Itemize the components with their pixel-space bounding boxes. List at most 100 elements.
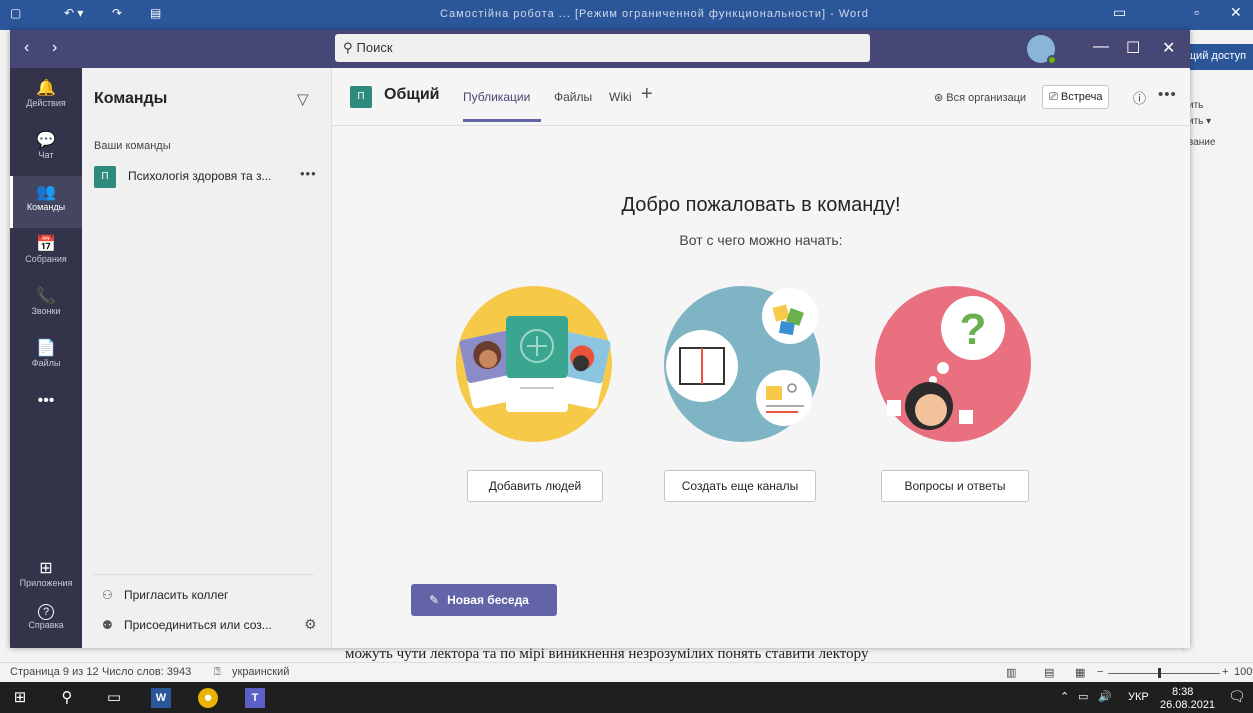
teams-icon: 👥: [36, 184, 56, 201]
language-indicator[interactable]: украинский: [232, 666, 289, 678]
print-layout-icon[interactable]: ▤: [1044, 666, 1054, 679]
search-icon[interactable]: ⚲: [57, 688, 77, 708]
channel-name: Общий: [384, 86, 440, 103]
rail-item-meetings[interactable]: 📅 Собрания: [10, 228, 82, 280]
questions-answers-button[interactable]: Вопросы и ответы: [881, 470, 1029, 502]
ribbon-label[interactable]: ить ▾: [1188, 116, 1211, 127]
rail-item-calls[interactable]: 📞 Звонки: [10, 280, 82, 332]
word-count[interactable]: Число слов: 3943: [102, 666, 191, 678]
rail-item-help[interactable]: ? Справка: [10, 596, 82, 648]
read-mode-icon[interactable]: ▥: [1006, 666, 1016, 679]
invite-colleagues-link[interactable]: ⚇ Пригласить коллег: [102, 588, 228, 602]
file-icon: 📄: [36, 340, 56, 357]
word-close-icon[interactable]: ✕: [1230, 4, 1242, 21]
input-language[interactable]: УКР: [1128, 691, 1149, 703]
org-icon: ⊛: [934, 92, 947, 104]
tab-wiki[interactable]: Wiki: [609, 90, 632, 104]
join-or-create-link[interactable]: ⚉ Присоединиться или соз...: [102, 618, 272, 632]
maximize-icon[interactable]: ☐: [1126, 38, 1140, 58]
team-item[interactable]: П Психологія здоровя та з... •••: [92, 164, 322, 190]
more-options-icon[interactable]: •••: [300, 166, 317, 181]
filter-icon[interactable]: ▽: [297, 90, 309, 108]
video-camera-icon: ⎚: [1049, 91, 1061, 103]
save-icon[interactable]: ▢: [10, 6, 21, 20]
volume-icon[interactable]: 🔊: [1098, 691, 1112, 703]
new-conversation-label: Новая беседа: [447, 593, 529, 607]
rail-label: Собрания: [25, 254, 67, 264]
new-conversation-button[interactable]: ✎ Новая беседа: [411, 584, 557, 616]
team-avatar: П: [94, 166, 116, 188]
rail-item-chat[interactable]: 💬 Чат: [10, 124, 82, 176]
info-icon[interactable]: ⓘ: [1133, 88, 1146, 107]
meet-button[interactable]: ⎚ Встреча: [1042, 85, 1110, 109]
clock-date[interactable]: 26.08.2021: [1160, 699, 1215, 711]
forward-icon[interactable]: ›: [52, 39, 57, 57]
notifications-icon[interactable]: 🗨: [1228, 689, 1246, 703]
word-app-icon[interactable]: W: [151, 688, 171, 708]
team-name: Психологія здоровя та з...: [128, 169, 272, 183]
meet-label: Встреча: [1060, 91, 1103, 103]
rail-item-teams[interactable]: 👥 Команды: [10, 176, 82, 228]
rail-label: Файлы: [31, 358, 61, 368]
tray-chevron-icon[interactable]: ⌃: [1060, 691, 1069, 703]
bell-icon: 🔔: [36, 80, 56, 97]
chrome-app-icon[interactable]: ●: [198, 688, 218, 708]
rail-item-files[interactable]: 📄 Файлы: [10, 332, 82, 384]
org-label: Вся организаци: [946, 92, 1027, 104]
rail-item-activity[interactable]: 🔔 Действия: [10, 72, 82, 124]
ribbon-display-icon[interactable]: ▭: [1113, 4, 1126, 21]
panel-title: Команды: [94, 90, 168, 107]
proofing-icon[interactable]: ⍰: [214, 666, 221, 679]
create-channels-button[interactable]: Создать еще каналы: [664, 470, 816, 502]
search-input[interactable]: ⚲ Поиск: [335, 34, 870, 62]
word-restore-icon[interactable]: ▫: [1194, 4, 1199, 20]
zoom-level[interactable]: 100%: [1234, 666, 1253, 678]
section-label: Ваши команды: [94, 140, 171, 152]
add-people-button[interactable]: Добавить людей: [467, 470, 603, 502]
ribbon-label[interactable]: ить: [1188, 100, 1203, 111]
zoom-slider-thumb[interactable]: [1158, 668, 1161, 678]
rail-item-more[interactable]: •••: [10, 384, 82, 436]
quick-access-icon[interactable]: ▤: [150, 6, 161, 20]
undo-icon[interactable]: ↶ ▾: [64, 6, 83, 20]
channel-view: П Общий Публикации Файлы Wiki + ⊛ Вся ор…: [332, 68, 1190, 648]
chat-icon: 💬: [36, 132, 56, 149]
zoom-slider[interactable]: [1108, 673, 1220, 674]
windows-start-icon[interactable]: ⊞: [10, 688, 30, 708]
page-count[interactable]: Страница 9 из 12: [10, 666, 99, 678]
rail-label: Приложения: [19, 578, 73, 588]
teams-window: ‹ › ⚲ Поиск — ☐ ✕ 🔔 Действия 💬 Чат 👥 Кома…: [10, 30, 1190, 648]
avatar[interactable]: [1027, 35, 1057, 65]
phone-icon: 📞: [36, 288, 56, 305]
divider: [92, 574, 314, 575]
channel-header: П Общий Публикации Файлы Wiki + ⊛ Вся ор…: [332, 68, 1190, 126]
close-icon[interactable]: ✕: [1162, 38, 1175, 58]
tab-files[interactable]: Файлы: [554, 90, 592, 104]
share-button[interactable]: щий доступ: [1183, 44, 1253, 70]
more-options-icon[interactable]: •••: [1158, 86, 1177, 103]
zoom-out-icon[interactable]: −: [1097, 666, 1103, 678]
minimize-icon[interactable]: —: [1093, 38, 1109, 56]
back-icon[interactable]: ‹: [24, 39, 29, 57]
add-tab-icon[interactable]: +: [641, 83, 653, 106]
redo-icon[interactable]: ↷: [112, 6, 122, 20]
network-icon[interactable]: ▭: [1078, 691, 1088, 703]
welcome-title: Добро пожаловать в команду!: [621, 194, 901, 216]
tab-posts[interactable]: Публикации: [463, 90, 530, 104]
rail-label: Чат: [38, 150, 54, 160]
word-titlebar: ▢ ↶ ▾ ↷ ▤ Самостійна робота ... [Режим о…: [0, 0, 1253, 30]
create-channels-illustration: [664, 286, 820, 442]
search-icon: ⚲: [343, 40, 353, 55]
teams-app-icon[interactable]: T: [245, 688, 265, 708]
more-icon: •••: [37, 392, 55, 409]
gear-icon[interactable]: ⚙: [304, 616, 317, 633]
task-view-icon[interactable]: ▭: [104, 688, 124, 708]
web-layout-icon[interactable]: ▦: [1075, 666, 1085, 679]
zoom-in-icon[interactable]: +: [1222, 666, 1228, 678]
clock-time[interactable]: 8:38: [1172, 686, 1193, 698]
document-text-line[interactable]: можуть чути лектора та по мірі виникненн…: [345, 646, 868, 663]
search-placeholder: Поиск: [356, 40, 393, 55]
teams-titlebar: ‹ › ⚲ Поиск — ☐ ✕: [10, 30, 1190, 68]
channel-avatar: П: [350, 86, 372, 108]
org-wide-button[interactable]: ⊛ Вся организаци: [928, 87, 1032, 109]
